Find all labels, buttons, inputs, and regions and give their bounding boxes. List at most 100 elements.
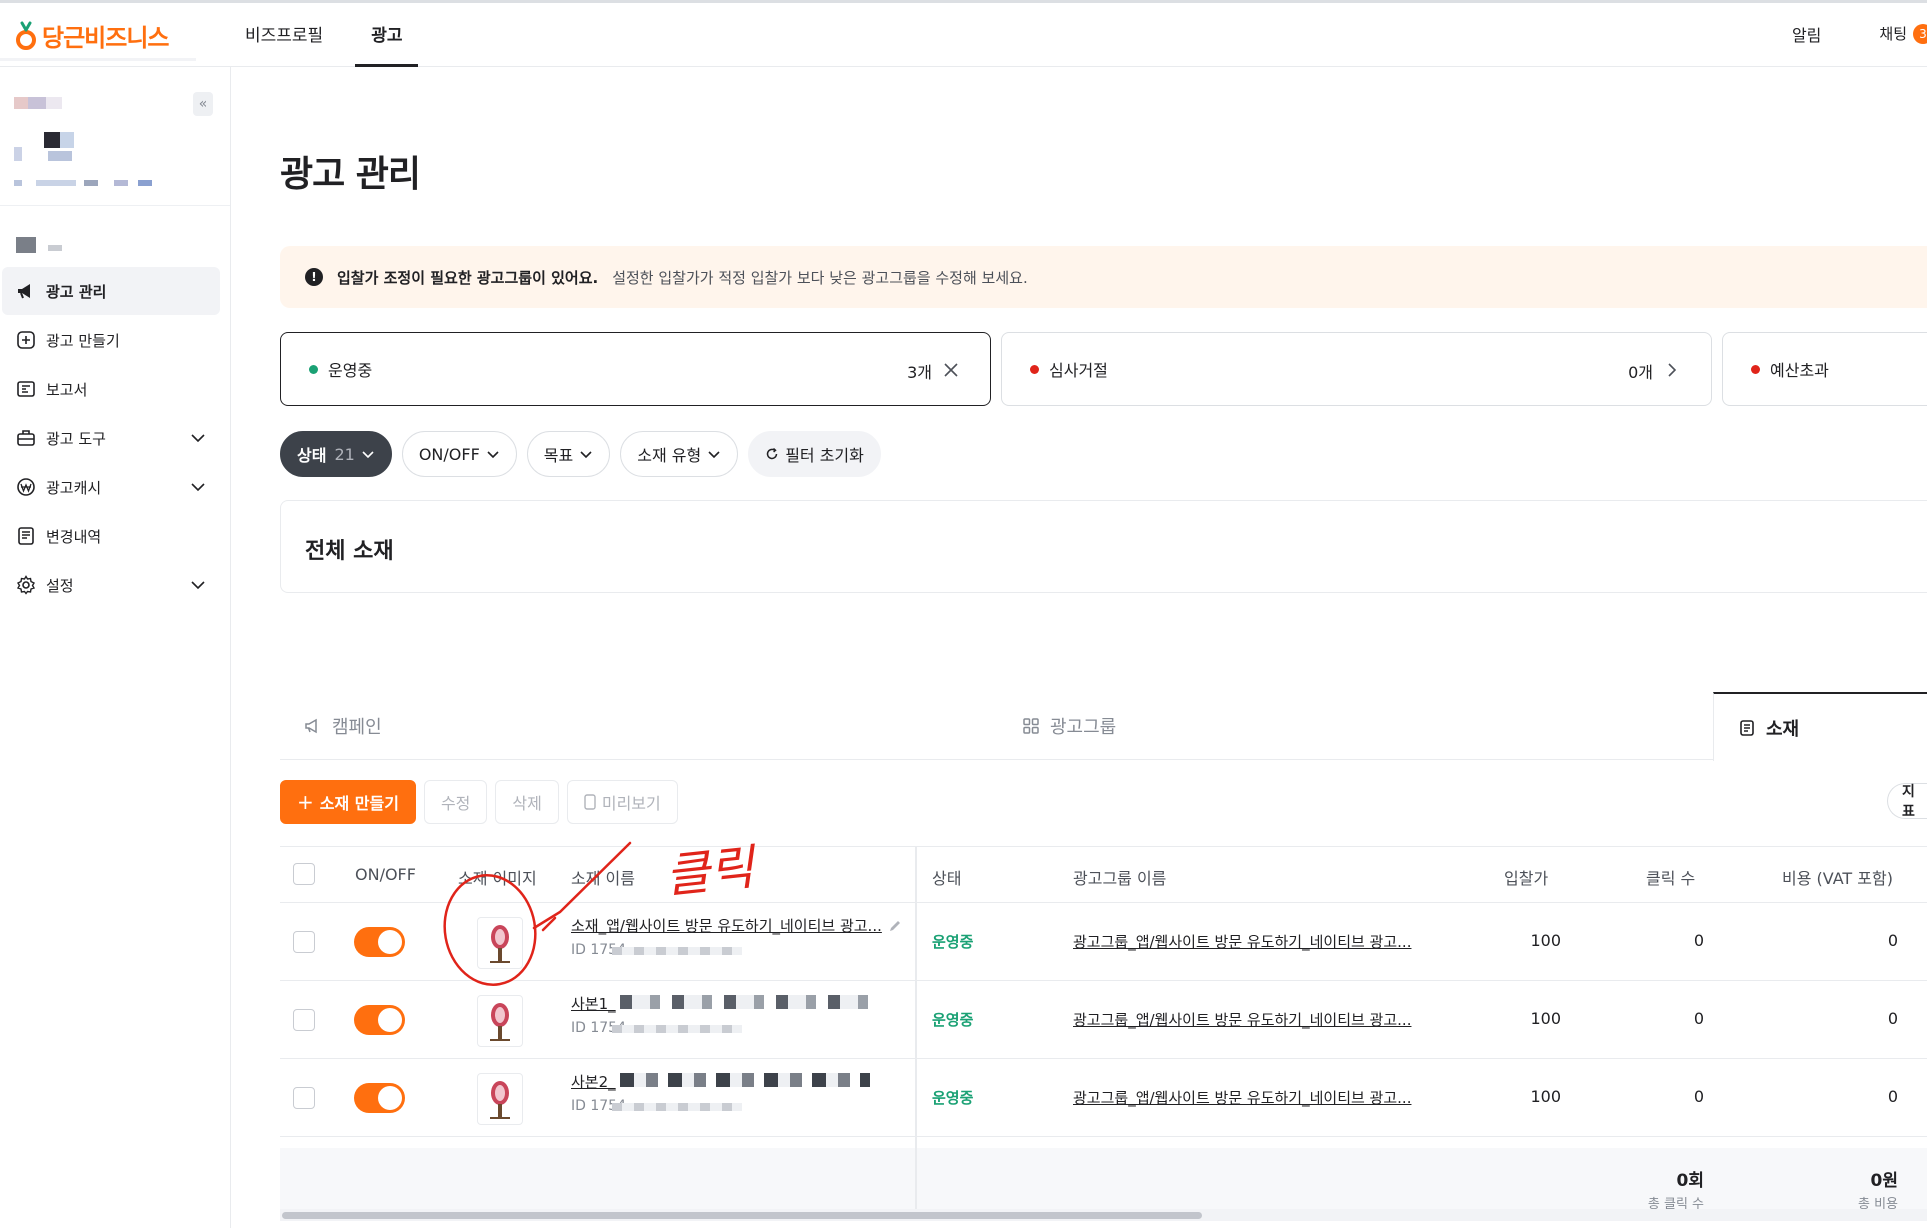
status-dot: [1751, 364, 1760, 374]
tab-campaign[interactable]: 캠페인: [304, 692, 382, 760]
filter-status[interactable]: 상태 21: [280, 431, 392, 477]
status-dot: [309, 364, 318, 374]
row-checkbox[interactable]: [293, 1087, 315, 1109]
notifications-link[interactable]: 알림: [1792, 22, 1821, 46]
sidebar-item-history[interactable]: 변경내역: [2, 512, 220, 560]
filter-reset-button[interactable]: 필터 초기화: [748, 431, 881, 477]
delete-button[interactable]: 삭제: [495, 780, 559, 824]
blur-block: [16, 237, 36, 253]
status-cards: 운영중 3개 심사거절 0개 예산초과: [280, 332, 1927, 406]
status-card-label: 예산초과: [1770, 361, 1829, 380]
blur-block: [612, 1025, 742, 1033]
tab-ad-group[interactable]: 광고그룹: [1022, 692, 1116, 760]
column-clicks[interactable]: 클릭 수: [1646, 865, 1695, 889]
column-ad-group[interactable]: 광고그룹 이름: [1073, 865, 1166, 889]
scrollbar-thumb[interactable]: [282, 1212, 1202, 1219]
onoff-toggle[interactable]: [354, 1005, 405, 1035]
megaphone-icon: [18, 284, 30, 299]
blur-block: [46, 97, 62, 109]
briefcase-icon: [17, 430, 35, 446]
table-row[interactable]: 사본1_ ID 1754 운영중 광고그룹_앱/웹사이트 방문 유도하기_네이티…: [280, 981, 1927, 1059]
logo[interactable]: 당근비즈니스: [14, 18, 169, 53]
wreath-image-icon: [490, 925, 510, 963]
onoff-toggle[interactable]: [354, 1083, 405, 1113]
bid-alert-banner[interactable]: ! 입찰가 조정이 필요한 광고그룹이 있어요. 설정한 입찰가가 적정 입찰가…: [280, 246, 1927, 308]
column-bid[interactable]: 입찰가: [1504, 865, 1548, 889]
chevron-down-icon: [487, 451, 499, 459]
chat-link[interactable]: 채팅 3: [1879, 23, 1927, 44]
select-all-checkbox[interactable]: [293, 863, 315, 885]
sidebar-item-label: 광고 만들기: [46, 331, 120, 350]
close-icon[interactable]: [942, 361, 960, 379]
table-actions: + 소재 만들기 수정 삭제 미리보기: [280, 780, 678, 824]
cost-value: 0: [1887, 931, 1898, 950]
sidebar-item-settings[interactable]: 설정: [2, 561, 220, 609]
creative-thumbnail[interactable]: [477, 1073, 523, 1125]
chevron-right-icon: [1668, 363, 1677, 377]
status-card-over-budget[interactable]: 예산초과: [1722, 332, 1927, 406]
table-row[interactable]: 소재_앱/웹사이트 방문 유도하기_네이티브 광고... ID 1754 운영중…: [280, 903, 1927, 981]
plus-icon: +: [297, 790, 314, 814]
page-title: 광고 관리: [280, 154, 421, 195]
preview-button[interactable]: 미리보기: [566, 780, 678, 824]
sidebar-divider: [0, 205, 230, 206]
column-name[interactable]: 소재 이름: [571, 865, 635, 889]
sidebar-item-ad-tools[interactable]: 광고 도구: [2, 414, 220, 462]
edit-button[interactable]: 수정: [423, 780, 488, 824]
row-checkbox[interactable]: [293, 1009, 315, 1031]
chat-count-badge: 3: [1913, 23, 1927, 44]
top-right-menu: 알림 채팅 3: [1792, 0, 1927, 67]
sidebar-item-label: 광고 도구: [46, 429, 106, 448]
filter-creative-type[interactable]: 소재 유형: [620, 431, 739, 477]
wreath-image-icon: [490, 1081, 510, 1119]
column-status[interactable]: 상태: [932, 865, 961, 889]
sidebar-item-ad-cash[interactable]: 광고캐시: [2, 463, 220, 511]
row-checkbox[interactable]: [293, 931, 315, 953]
status-text: 운영중: [932, 1011, 974, 1029]
chevron-down-icon: [362, 451, 374, 459]
creative-thumbnail[interactable]: [477, 995, 523, 1047]
metrics-button[interactable]: 지표: [1887, 783, 1927, 820]
status-card-running[interactable]: 운영중 3개: [280, 332, 991, 406]
sidebar-item-label: 광고캐시: [46, 478, 102, 497]
blur-block: [44, 132, 60, 148]
level-tabs: 캠페인 광고그룹 소재: [280, 692, 1927, 761]
filter-reset-label: 필터 초기화: [785, 446, 864, 465]
chevron-down-icon: [191, 581, 205, 590]
sidebar-item-create-ad[interactable]: 광고 만들기: [2, 316, 220, 364]
sidebar-collapse-button[interactable]: «: [193, 92, 213, 116]
column-onoff: ON/OFF: [355, 865, 416, 884]
filter-goal[interactable]: 목표: [526, 431, 611, 477]
onoff-toggle[interactable]: [354, 927, 405, 957]
creative-name-link[interactable]: 사본1_: [571, 993, 616, 1014]
status-dot: [1030, 364, 1039, 374]
horizontal-scrollbar[interactable]: [280, 1209, 1927, 1221]
blur-block: [612, 1103, 742, 1111]
tab-creative[interactable]: 소재: [1713, 692, 1927, 761]
status-card-rejected[interactable]: 심사거절 0개: [1001, 332, 1712, 406]
ad-group-link[interactable]: 광고그룹_앱/웹사이트 방문 유도하기_네이티브 광고...: [1073, 1009, 1411, 1030]
business-profile-blurred[interactable]: [14, 87, 214, 197]
total-cost-value: 0원: [1870, 1171, 1898, 1191]
nav-bizprofile[interactable]: 비즈프로필: [245, 0, 323, 67]
clicks-value: 0: [1693, 1009, 1704, 1028]
ad-group-link[interactable]: 광고그룹_앱/웹사이트 방문 유도하기_네이티브 광고...: [1073, 1087, 1411, 1108]
create-creative-button[interactable]: + 소재 만들기: [280, 780, 416, 824]
filter-onoff[interactable]: ON/OFF: [401, 431, 517, 477]
edit-pencil-icon[interactable]: [888, 919, 902, 933]
creative-name-link[interactable]: 소재_앱/웹사이트 방문 유도하기_네이티브 광고...: [571, 915, 882, 936]
sidebar-item-ad-management[interactable]: 광고 관리: [2, 267, 220, 315]
column-cost[interactable]: 비용 (VAT 포함): [1782, 865, 1893, 889]
sidebar-item-report[interactable]: 보고서: [2, 365, 220, 413]
table-row[interactable]: 사본2_ ID 1754 운영중 광고그룹_앱/웹사이트 방문 유도하기_네이티…: [280, 1059, 1927, 1137]
chat-label: 채팅: [1879, 25, 1907, 43]
creative-thumbnail[interactable]: [477, 917, 523, 969]
logo-underline: [0, 58, 196, 61]
cost-value: 0: [1887, 1009, 1898, 1028]
blur-block: [36, 180, 76, 186]
preview-label: 미리보기: [601, 794, 661, 813]
ad-group-link[interactable]: 광고그룹_앱/웹사이트 방문 유도하기_네이티브 광고...: [1073, 931, 1411, 952]
annotation-click-text: 클릭: [662, 839, 757, 905]
creative-name-link[interactable]: 사본2_: [571, 1071, 616, 1092]
nav-ads[interactable]: 광고: [355, 0, 419, 67]
